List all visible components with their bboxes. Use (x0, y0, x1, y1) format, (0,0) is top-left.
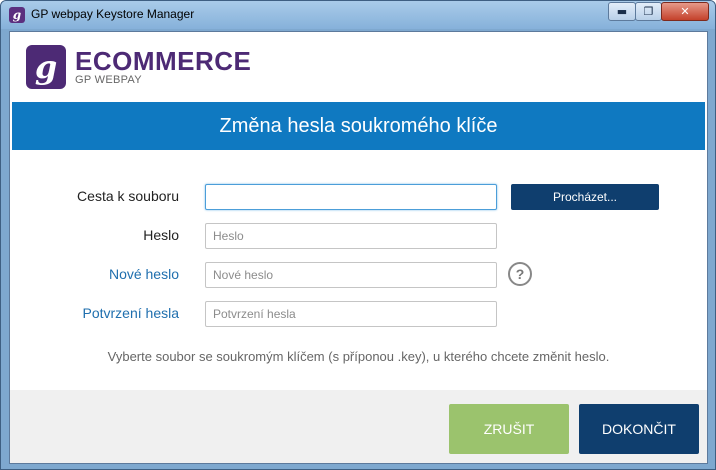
app-window: g GP webpay Keystore Manager ▬ ❐ ✕ g ECO… (0, 0, 716, 470)
window-title: GP webpay Keystore Manager (31, 7, 195, 21)
title-bar[interactable]: g GP webpay Keystore Manager ▬ ❐ ✕ (1, 1, 715, 29)
instruction-text: Vyberte soubor se soukromým klíčem (s př… (107, 349, 610, 364)
close-button[interactable]: ✕ (661, 2, 709, 21)
confirm-password-label: Potvrzení hesla (82, 305, 180, 321)
file-path-input[interactable] (205, 184, 497, 210)
new-password-input[interactable] (205, 262, 497, 288)
new-password-label: Nové heslo (108, 266, 179, 282)
confirm-password-input[interactable] (205, 301, 497, 327)
page-title: Změna hesla soukromého klíče (12, 102, 705, 150)
gp-webpay-logo-icon: g (26, 45, 66, 89)
password-input[interactable] (205, 223, 497, 249)
minimize-button[interactable]: ▬ (608, 2, 636, 21)
maximize-button[interactable]: ❐ (635, 2, 662, 21)
brand-name: ECOMMERCE (75, 46, 252, 76)
footer-bar: ZRUŠIT DOKONČIT (10, 390, 707, 463)
browse-button[interactable]: Procházet... (511, 184, 659, 210)
finish-button[interactable]: DOKONČIT (579, 404, 699, 454)
app-icon: g (9, 7, 25, 23)
file-path-label: Cesta k souboru (77, 188, 179, 204)
cancel-button[interactable]: ZRUŠIT (449, 404, 569, 454)
dialog-content: g ECOMMERCE GP WEBPAY Změna hesla soukro… (9, 31, 708, 464)
help-icon[interactable]: ? (508, 262, 532, 286)
brand-subtitle: GP WEBPAY (75, 74, 142, 86)
password-label: Heslo (143, 227, 179, 243)
